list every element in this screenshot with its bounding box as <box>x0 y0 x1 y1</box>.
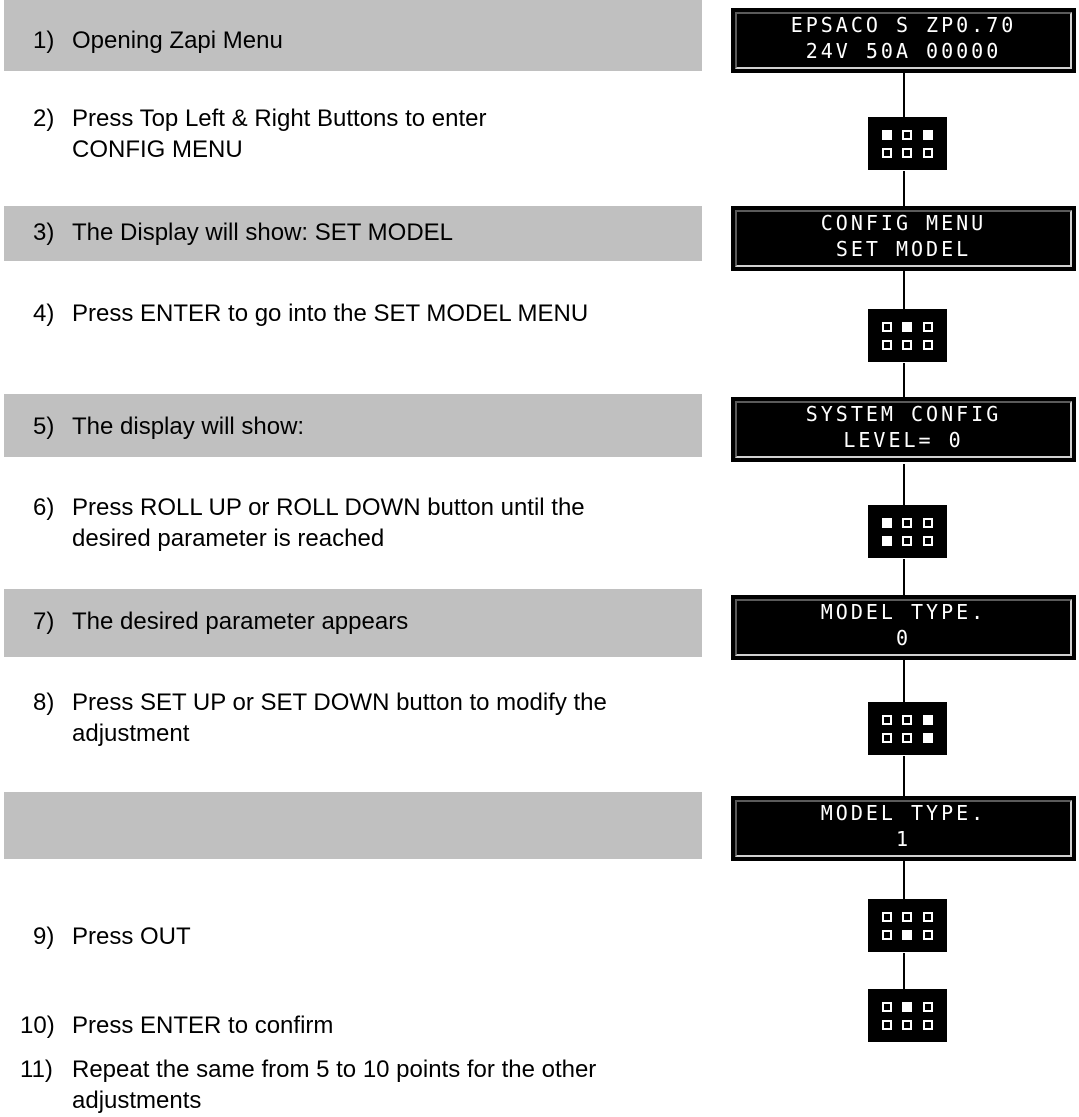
key-r2-c1-pressed <box>882 536 892 546</box>
key-r1-c1 <box>882 912 892 922</box>
key-r1-c1 <box>882 1002 892 1012</box>
key-r1-c3 <box>923 1002 933 1012</box>
lcd-line-2: 24V 50A 00000 <box>805 39 1002 63</box>
connector-line <box>903 857 905 899</box>
step-text: Press OUT <box>72 923 191 950</box>
connector-line <box>903 659 905 702</box>
lcd-line-1: MODEL TYPE. <box>820 801 987 825</box>
key-r1-c3 <box>923 912 933 922</box>
key-r1-c3 <box>923 322 933 332</box>
step-number: 3) <box>33 219 55 246</box>
keypad-2 <box>868 309 947 362</box>
key-r1-c2-pressed <box>902 322 912 332</box>
key-r1-c1-pressed <box>882 130 892 140</box>
key-r2-c3 <box>923 930 933 940</box>
step-text: Press SET UP or SET DOWN button to modif… <box>72 689 607 747</box>
step-text: The display will show: <box>72 413 305 440</box>
step-text: Press ENTER to go into the SET MODEL MEN… <box>72 300 589 327</box>
key-r1-c2 <box>902 518 912 528</box>
key-r2-c2 <box>902 148 912 158</box>
step-number: 8) <box>33 689 55 716</box>
key-r2-c2 <box>902 340 912 350</box>
lcd-display-1: EPSACO S ZP0.70 24V 50A 00000 <box>731 8 1076 73</box>
step-text: The Display will show: SET MODEL <box>72 219 453 246</box>
key-r2-c1 <box>882 1020 892 1030</box>
step-text: Opening Zapi Menu <box>72 27 283 54</box>
step-text: The desired parameter appears <box>72 608 409 635</box>
lcd-display-2: CONFIG MENU SET MODEL <box>731 206 1076 271</box>
keypad-3 <box>868 505 947 558</box>
keypad-4 <box>868 702 947 755</box>
key-r2-c3 <box>923 1020 933 1030</box>
step-text: Press ENTER to confirm <box>72 1012 334 1039</box>
lcd-display-3: SYSTEM CONFIG LEVEL= 0 <box>731 397 1076 462</box>
key-r1-c1 <box>882 322 892 332</box>
key-r2-c2 <box>902 536 912 546</box>
step-number: 9) <box>33 923 55 950</box>
key-r2-c3 <box>923 148 933 158</box>
key-r2-c2 <box>902 1020 912 1030</box>
key-r2-c1 <box>882 930 892 940</box>
key-r2-c2-pressed <box>902 930 912 940</box>
connector-line <box>903 73 905 117</box>
lcd-line-2: 0 <box>895 626 912 650</box>
step-number: 7) <box>33 608 55 635</box>
lcd-line-1: EPSACO S ZP0.70 <box>790 13 1017 37</box>
step-number: 4) <box>33 300 55 327</box>
key-r2-c3 <box>923 340 933 350</box>
key-r2-c3-pressed <box>923 733 933 743</box>
connector-line <box>903 953 905 989</box>
key-r1-c3-pressed <box>923 130 933 140</box>
key-r1-c1-pressed <box>882 518 892 528</box>
step-number: 5) <box>33 413 55 440</box>
connector-line <box>903 271 905 309</box>
lcd-display-4: MODEL TYPE. 0 <box>731 595 1076 660</box>
lcd-line-2: SET MODEL <box>835 237 972 261</box>
keypad-1 <box>868 117 947 170</box>
keypad-5 <box>868 899 947 952</box>
key-r1-c2 <box>902 130 912 140</box>
step-number: 6) <box>33 494 55 521</box>
step-text: Press ROLL UP or ROLL DOWN button until … <box>72 494 585 552</box>
lcd-line-1: SYSTEM CONFIG <box>805 402 1002 426</box>
step-number: 10) <box>20 1012 55 1039</box>
key-r2-c1 <box>882 340 892 350</box>
key-r1-c3 <box>923 518 933 528</box>
key-r2-c1 <box>882 733 892 743</box>
connector-line <box>903 559 905 595</box>
lcd-line-1: CONFIG MENU <box>820 211 987 235</box>
lcd-line-2: LEVEL= 0 <box>843 428 964 452</box>
key-r1-c3-pressed <box>923 715 933 725</box>
key-r2-c2 <box>902 733 912 743</box>
step-text: Press Top Left & Right Buttons to enter … <box>72 105 487 163</box>
key-r1-c1 <box>882 715 892 725</box>
connector-line <box>903 464 905 505</box>
key-r1-c2 <box>902 912 912 922</box>
step-number: 1) <box>33 27 55 54</box>
step-band-blank <box>4 792 702 859</box>
key-r1-c2-pressed <box>902 1002 912 1012</box>
step-number: 11) <box>20 1056 53 1083</box>
key-r1-c2 <box>902 715 912 725</box>
step-number: 2) <box>33 105 55 132</box>
connector-line <box>903 171 905 206</box>
lcd-line-1: MODEL TYPE. <box>820 600 987 624</box>
key-r2-c1 <box>882 148 892 158</box>
keypad-6 <box>868 989 947 1042</box>
step-text: Repeat the same from 5 to 10 points for … <box>72 1056 597 1114</box>
connector-line <box>903 363 905 397</box>
connector-line <box>903 756 905 796</box>
lcd-line-2: 1 <box>895 827 912 851</box>
lcd-display-5: MODEL TYPE. 1 <box>731 796 1076 861</box>
key-r2-c3 <box>923 536 933 546</box>
